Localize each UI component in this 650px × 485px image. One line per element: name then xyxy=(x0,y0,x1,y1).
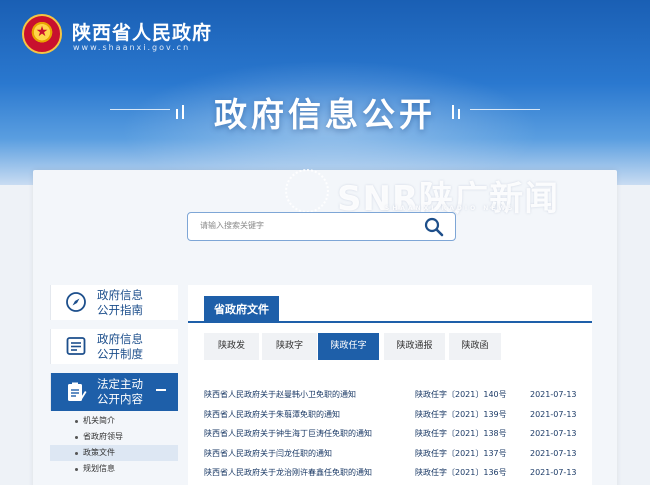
title-decoration-right-bars xyxy=(452,100,464,119)
document-number: 陕政任字〔2021〕137号 xyxy=(415,448,507,458)
document-date: 2021-07-13 xyxy=(530,468,577,477)
section-title: 省政府文件 xyxy=(204,296,279,323)
document-row[interactable]: 陕西省人民政府关于赵曼韩小卫免职的通知 陕政任字〔2021〕140号 2021-… xyxy=(204,385,594,405)
filter-chip[interactable]: 陕政通报 xyxy=(384,333,445,360)
document-date: 2021-07-13 xyxy=(530,390,577,399)
sidebar-item-label: 政府信息 公开制度 xyxy=(97,332,143,361)
filter-chip[interactable]: 陕政函 xyxy=(449,333,501,360)
site-name[interactable]: 陕西省人民政府 xyxy=(72,18,212,45)
subnav-item-leaders[interactable]: 省政府领导 xyxy=(50,429,178,445)
sidebar-item-disclosure-system[interactable]: 政府信息 公开制度 xyxy=(50,329,178,364)
title-decoration-right-line xyxy=(470,109,540,110)
document-row[interactable]: 陕西省人民政府关于钟生海丁巨涛任免职的通知 陕政任字〔2021〕138号 202… xyxy=(204,424,594,444)
subnav-item-agency-profile[interactable]: 机关简介 xyxy=(50,413,178,429)
document-number: 陕政任字〔2021〕138号 xyxy=(415,429,507,438)
section-header: 省政府文件 xyxy=(188,285,592,323)
filter-chip[interactable]: 陕政字 xyxy=(262,333,317,360)
search-button[interactable] xyxy=(423,217,445,237)
document-number: 陕政任字〔2021〕139号 xyxy=(415,409,507,419)
subnav-item-planning-info[interactable]: 规划信息 xyxy=(50,461,178,477)
sidebar-item-disclosure-guide[interactable]: 政府信息 公开指南 xyxy=(50,285,178,320)
subnav-item-policy-documents[interactable]: 政策文件 xyxy=(50,445,178,461)
search-icon xyxy=(424,217,444,237)
document-list: 陕西省人民政府关于赵曼韩小卫免职的通知 陕政任字〔2021〕140号 2021-… xyxy=(204,385,594,483)
page-title: 政府信息公开 xyxy=(214,95,436,134)
sidebar-item-proactive-disclosure[interactable]: 法定主动 公开内容 xyxy=(50,373,178,411)
document-title[interactable]: 陕西省人民政府关于赵曼韩小卫免职的通知 xyxy=(204,385,356,405)
document-title[interactable]: 陕西省人民政府关于龙治刚许春鑫任免职的通知 xyxy=(204,463,372,483)
page-header-banner: ★ 陕西省人民政府 www.shaanxi.gov.cn 政府信息公开 xyxy=(0,0,650,185)
document-row[interactable]: 陕西省人民政府关于龙治刚许春鑫任免职的通知 陕政任字〔2021〕136号 202… xyxy=(204,463,594,483)
document-date: 2021-07-13 xyxy=(530,409,577,419)
sidebar-subnav: 机关简介 省政府领导 政策文件 规划信息 xyxy=(50,413,178,477)
document-date: 2021-07-13 xyxy=(530,448,577,458)
site-url: www.shaanxi.gov.cn xyxy=(73,43,191,52)
document-title[interactable]: 陕西省人民政府关于朱翦潭免职的通知 xyxy=(204,405,340,425)
document-row[interactable]: 陕西省人民政府关于朱翦潭免职的通知 陕政任字〔2021〕139号 2021-07… xyxy=(204,405,594,425)
national-emblem-logo: ★ xyxy=(22,14,62,54)
watermark-emblem-icon xyxy=(285,169,329,213)
document-row[interactable]: 陕西省人民政府关于闫龙任职的通知 陕政任字〔2021〕137号 2021-07-… xyxy=(204,444,594,464)
document-date: 2021-07-13 xyxy=(530,429,577,438)
sidebar-item-label: 法定主动 公开内容 xyxy=(97,377,143,406)
document-number: 陕政任字〔2021〕140号 xyxy=(415,390,507,399)
content-area: 省政府文件 陕政发 陕政字 陕政任字 陕政通报 陕政函 陕西省人民政府关于赵曼韩… xyxy=(188,285,592,485)
collapse-icon[interactable] xyxy=(156,389,166,391)
document-title[interactable]: 陕西省人民政府关于闫龙任职的通知 xyxy=(204,444,332,464)
document-number: 陕政任字〔2021〕136号 xyxy=(415,468,507,477)
filter-chip[interactable]: 陕政发 xyxy=(204,333,259,360)
compass-icon xyxy=(66,292,86,312)
document-title[interactable]: 陕西省人民政府关于钟生海丁巨涛任免职的通知 xyxy=(204,424,372,444)
search-box xyxy=(187,212,456,241)
clipboard-edit-icon xyxy=(68,382,87,401)
search-input[interactable] xyxy=(200,221,410,230)
document-list-icon xyxy=(66,337,86,355)
filter-chip-active[interactable]: 陕政任字 xyxy=(318,333,379,360)
sidebar-item-label: 政府信息 公开指南 xyxy=(97,288,143,317)
